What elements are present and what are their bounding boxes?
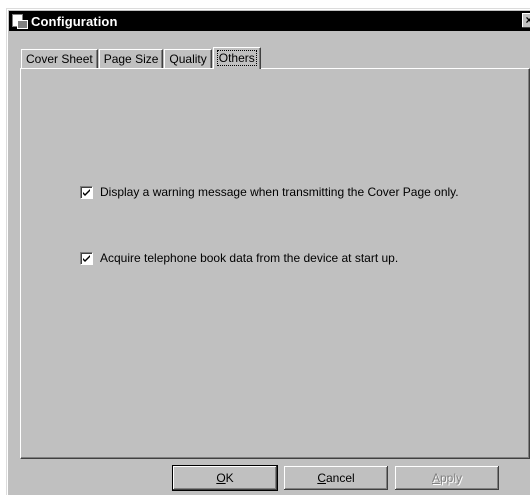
tab-label: Others: [216, 50, 257, 66]
warning-cover-page-option[interactable]: Display a warning message when transmitt…: [80, 185, 459, 199]
acquire-phonebook-checkbox[interactable]: [80, 251, 93, 265]
apply-button[interactable]: Apply: [395, 466, 499, 490]
configuration-app-icon: [11, 14, 28, 29]
tab-cover-sheet[interactable]: Cover Sheet: [21, 49, 98, 68]
cancel-mnemonic: C: [317, 471, 326, 485]
warning-cover-page-label: Display a warning message when transmitt…: [100, 185, 459, 199]
tab-quality[interactable]: Quality: [164, 49, 212, 68]
title-bar[interactable]: Configuration ×: [9, 11, 530, 31]
configuration-dialog: Configuration × Cover Sheet Page Size Qu…: [6, 8, 530, 495]
apply-mnemonic: A: [431, 471, 440, 485]
cancel-label-rest: ancel: [325, 471, 355, 485]
tab-label: Quality: [169, 52, 207, 66]
checkmark-icon: [83, 188, 90, 196]
cancel-button[interactable]: Cancel: [284, 466, 388, 490]
acquire-phonebook-option[interactable]: Acquire telephone book data from the dev…: [80, 251, 398, 265]
window-title: Configuration: [31, 13, 118, 29]
acquire-phonebook-label: Acquire telephone book data from the dev…: [100, 251, 399, 265]
tab-label: Cover Sheet: [26, 52, 93, 66]
ok-label-rest: K: [225, 471, 234, 485]
checkmark-icon: [83, 254, 90, 262]
tab-label: Page Size: [103, 52, 159, 66]
dialog-buttons: OK Cancel Apply: [172, 465, 506, 491]
tab-strip: Cover Sheet Page Size Quality Others: [21, 46, 262, 69]
apply-label-rest: pply: [440, 471, 463, 485]
tab-page-size[interactable]: Page Size: [98, 49, 164, 68]
others-tab-panel: Display a warning message when transmitt…: [20, 68, 530, 459]
ok-mnemonic: O: [216, 471, 226, 485]
tab-others[interactable]: Others: [212, 47, 261, 69]
close-icon: ×: [525, 13, 530, 27]
warning-cover-page-checkbox[interactable]: [80, 185, 93, 199]
ok-button[interactable]: OK: [172, 465, 278, 491]
close-button[interactable]: ×: [522, 13, 530, 28]
